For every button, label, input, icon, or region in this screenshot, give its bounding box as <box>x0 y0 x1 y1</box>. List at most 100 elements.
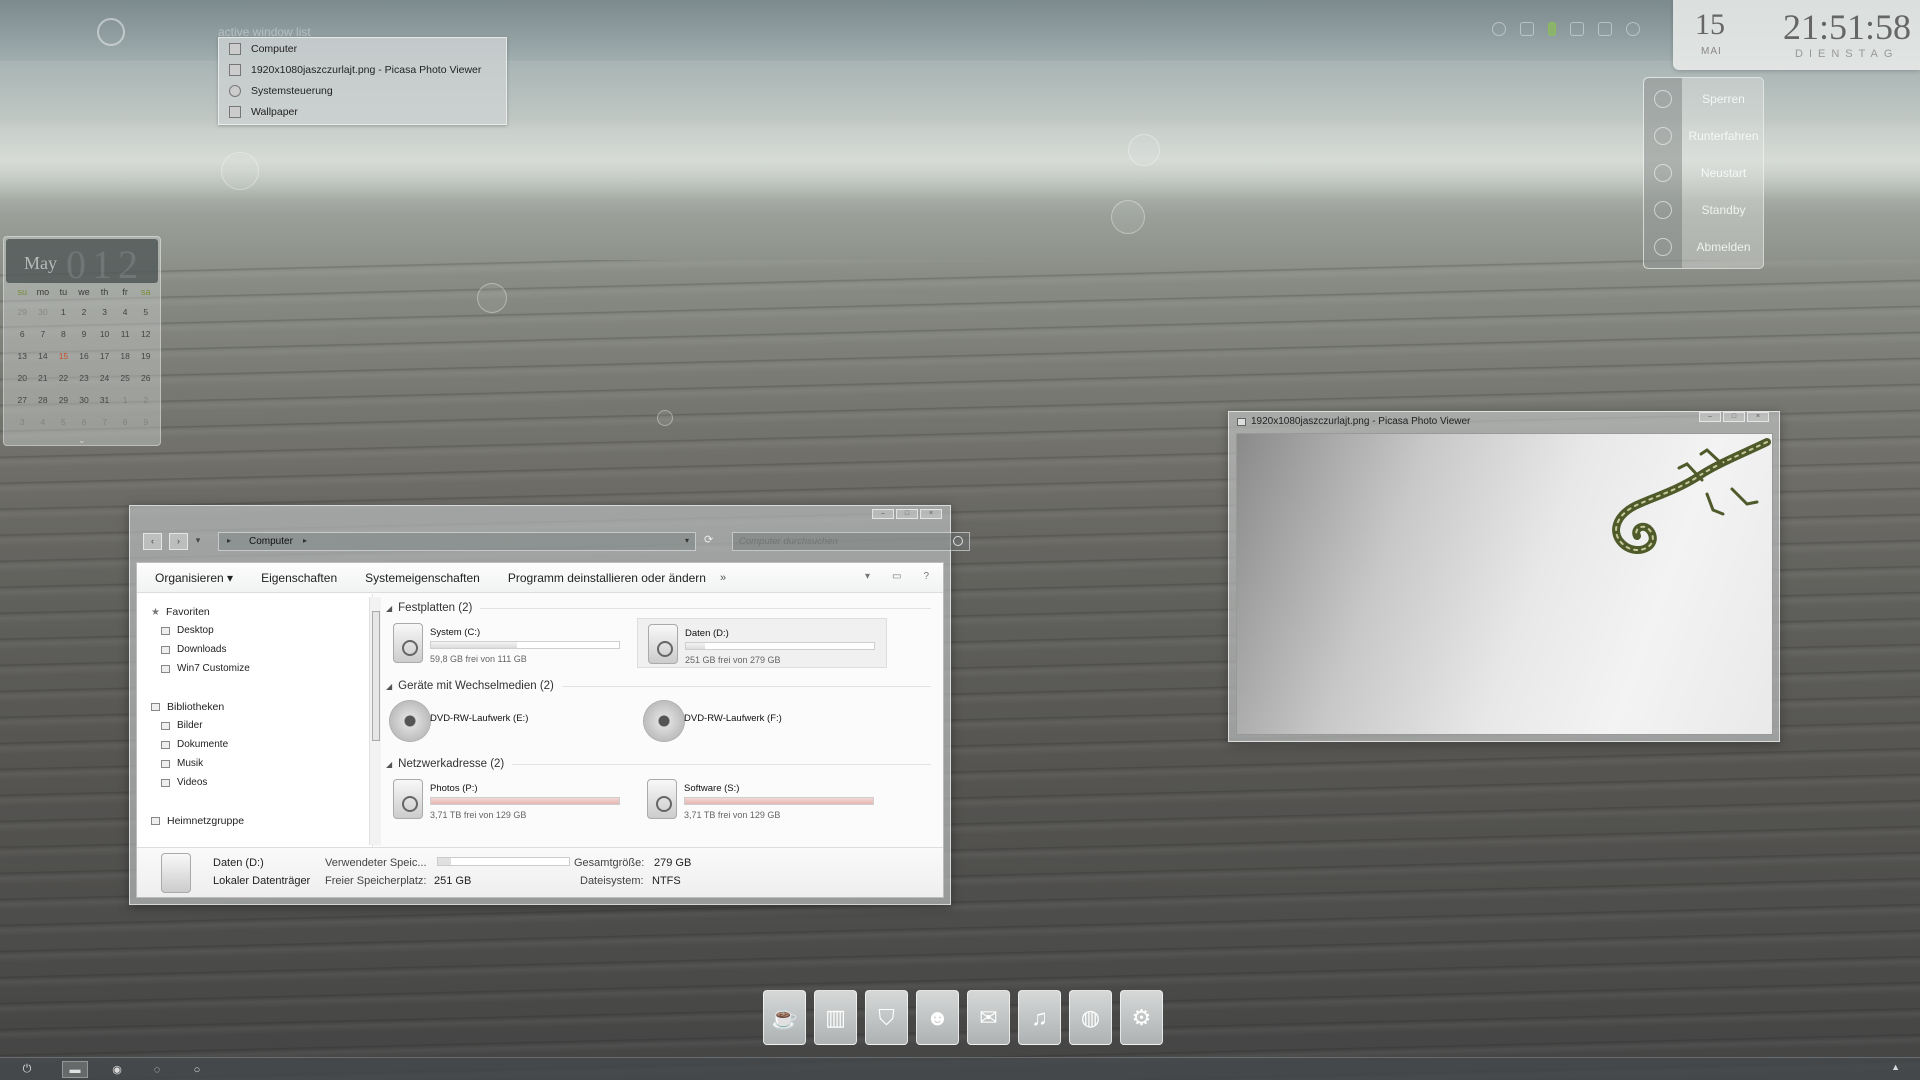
drive-photos-p[interactable]: Photos (P:) 3,71 TB frei von 129 GB <box>383 774 633 824</box>
organize-button[interactable]: Organisieren ▾ <box>155 571 233 585</box>
image-icon[interactable] <box>1520 22 1534 36</box>
calendar-day[interactable]: 27 <box>12 389 33 411</box>
settings-icon[interactable]: ⚙ <box>1120 990 1163 1045</box>
close-button[interactable]: × <box>920 509 942 519</box>
window-list-item-computer[interactable]: Computer <box>219 38 506 59</box>
window-list-item-systemsteuerung[interactable]: Systemsteuerung <box>219 80 506 101</box>
minimize-button[interactable]: – <box>1699 412 1721 422</box>
calendar-day[interactable]: 7 <box>94 411 115 433</box>
preview-pane-icon[interactable]: ▭ <box>892 571 901 582</box>
globe-icon[interactable]: ◍ <box>1069 990 1112 1045</box>
search-input[interactable] <box>739 536 939 547</box>
calendar-day[interactable]: 28 <box>33 389 54 411</box>
picasa-task-icon[interactable]: ◉ <box>104 1061 130 1078</box>
battery-icon[interactable] <box>1548 22 1556 36</box>
nav-homegroup[interactable]: Heimnetzgruppe <box>151 815 244 827</box>
address-dropdown-icon[interactable]: ▾ <box>685 536 689 545</box>
calendar-day[interactable]: 8 <box>115 411 136 433</box>
calendar-day[interactable]: 8 <box>53 323 74 345</box>
group-header-netzwerkadresse[interactable]: ◢ Netzwerkadresse (2) <box>386 758 931 770</box>
nav-item-desktop[interactable]: Desktop <box>161 625 214 636</box>
explorer-task-icon[interactable]: ▬ <box>62 1061 88 1078</box>
nav-item-win7-customize[interactable]: Win7 Customize <box>161 663 250 674</box>
close-button[interactable]: × <box>1747 412 1769 422</box>
calendar-day[interactable]: 5 <box>135 301 156 323</box>
tray-expand-icon[interactable]: ▲ <box>1891 1062 1900 1072</box>
nav-item-videos[interactable]: Videos <box>161 777 207 788</box>
view-options-icon[interactable]: ▾ <box>865 571 870 582</box>
calendar-day[interactable]: 15 <box>53 345 74 367</box>
refresh-icon[interactable]: ⟳ <box>704 533 722 549</box>
nav-favorites[interactable]: ★ Favoriten <box>151 606 210 618</box>
calendar-day[interactable]: 22 <box>53 367 74 389</box>
calendar-day[interactable]: 19 <box>135 345 156 367</box>
help-icon[interactable]: ? <box>923 571 929 582</box>
nav-scrollbar[interactable] <box>369 597 381 845</box>
power-item-neustart[interactable]: Neustart <box>1644 154 1765 191</box>
more-commands-button[interactable]: » <box>720 572 726 584</box>
system-properties-button[interactable]: Systemeigenschaften <box>365 571 480 585</box>
back-button[interactable]: ‹ <box>143 533 162 550</box>
search-icon[interactable] <box>953 536 963 546</box>
drive-daten-d[interactable]: Daten (D:) 251 GB frei von 279 GB <box>637 618 887 668</box>
group-header-wechselmedien[interactable]: ◢ Geräte mit Wechselmedien (2) <box>386 680 931 692</box>
calendar-day[interactable]: 10 <box>94 323 115 345</box>
calendar-day[interactable]: 2 <box>135 389 156 411</box>
calendar-day[interactable]: 26 <box>135 367 156 389</box>
start-orb-icon[interactable] <box>97 18 125 46</box>
calendar-day[interactable]: 12 <box>135 323 156 345</box>
calendar-day[interactable]: 24 <box>94 367 115 389</box>
properties-button[interactable]: Eigenschaften <box>261 571 337 585</box>
window-list-item-wallpaper[interactable]: Wallpaper <box>219 101 506 122</box>
calendar-day[interactable]: 23 <box>74 367 95 389</box>
uninstall-program-button[interactable]: Programm deinstallieren oder ändern <box>508 571 706 585</box>
history-dropdown-icon[interactable]: ▾ <box>192 533 204 550</box>
window-list-item-picasa[interactable]: 1920x1080jaszczurlajt.png - Picasa Photo… <box>219 59 506 80</box>
nav-item-downloads[interactable]: Downloads <box>161 644 226 655</box>
maximize-button[interactable]: □ <box>1723 412 1745 422</box>
coffee-icon[interactable]: ☕ <box>763 990 806 1045</box>
calendar-day[interactable]: 30 <box>33 301 54 323</box>
minimize-button[interactable]: – <box>872 509 894 519</box>
calendar-day[interactable]: 18 <box>115 345 136 367</box>
drive-dvd-e[interactable]: DVD-RW-Laufwerk (E:) <box>383 695 633 745</box>
calendar-day[interactable]: 17 <box>94 345 115 367</box>
group-header-festplatten[interactable]: ◢ Festplatten (2) <box>386 602 931 614</box>
wallpaper-task-icon[interactable]: ○ <box>184 1061 210 1078</box>
nav-item-musik[interactable]: Musik <box>161 758 203 769</box>
books-icon[interactable]: ▥ <box>814 990 857 1045</box>
calendar-day[interactable]: 25 <box>115 367 136 389</box>
photo-view[interactable] <box>1236 433 1773 735</box>
nav-item-dokumente[interactable]: Dokumente <box>161 739 228 750</box>
calendar-day[interactable]: 4 <box>115 301 136 323</box>
calendar-day[interactable]: 20 <box>12 367 33 389</box>
breadcrumb-arrow-icon[interactable]: ▸ <box>303 536 307 545</box>
calendar-day[interactable]: 29 <box>53 389 74 411</box>
power-tray-icon[interactable] <box>1626 22 1640 36</box>
calendar-day[interactable]: 7 <box>33 323 54 345</box>
users-icon[interactable]: ☻ <box>916 990 959 1045</box>
breadcrumb[interactable]: Computer <box>249 536 293 547</box>
calendar-day[interactable]: 13 <box>12 345 33 367</box>
calendar-day[interactable]: 4 <box>33 411 54 433</box>
calendar-day[interactable]: 6 <box>74 411 95 433</box>
network-icon[interactable] <box>1570 22 1584 36</box>
calendar-day[interactable]: 9 <box>74 323 95 345</box>
calendar-day[interactable]: 11 <box>115 323 136 345</box>
power-item-runterfahren[interactable]: Runterfahren <box>1644 117 1765 154</box>
drive-system-c[interactable]: System (C:) 59,8 GB frei von 111 GB <box>383 618 633 668</box>
calendar-day[interactable]: 3 <box>94 301 115 323</box>
chevron-down-icon[interactable]: ⌄ <box>78 435 88 445</box>
nav-libraries[interactable]: Bibliotheken <box>151 701 224 713</box>
drive-dvd-f[interactable]: DVD-RW-Laufwerk (F:) <box>637 695 887 745</box>
music-icon[interactable]: ♫ <box>1018 990 1061 1045</box>
mail-icon[interactable]: ✉ <box>967 990 1010 1045</box>
calendar-day[interactable]: 9 <box>135 411 156 433</box>
bag-icon[interactable]: ⛉ <box>865 990 908 1045</box>
calendar-day[interactable]: 14 <box>33 345 54 367</box>
calendar-day[interactable]: 1 <box>53 301 74 323</box>
calendar-day[interactable]: 5 <box>53 411 74 433</box>
power-icon[interactable]: ⏻ <box>14 1061 40 1078</box>
address-bar[interactable]: ▸ Computer ▸ ▾ <box>218 532 696 551</box>
calendar-day[interactable]: 31 <box>94 389 115 411</box>
